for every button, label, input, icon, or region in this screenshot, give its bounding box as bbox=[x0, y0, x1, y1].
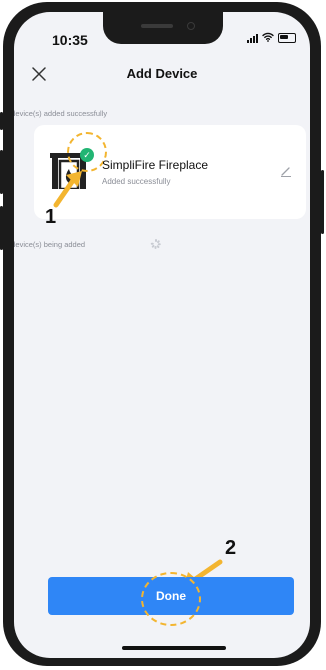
loading-spinner-icon bbox=[150, 239, 161, 249]
signal-icon bbox=[247, 33, 258, 43]
edit-icon[interactable] bbox=[280, 165, 292, 180]
home-indicator[interactable] bbox=[122, 646, 226, 650]
app-screen: 10:35 Add Device 1 device(s) added succe… bbox=[14, 12, 310, 658]
device-status: Added successfully bbox=[102, 177, 171, 186]
header: Add Device bbox=[14, 64, 310, 88]
power-button bbox=[321, 170, 324, 234]
adding-count-label: 0 device(s) being added bbox=[14, 240, 86, 249]
front-camera bbox=[187, 22, 195, 30]
notch bbox=[103, 12, 223, 44]
status-time: 10:35 bbox=[52, 32, 88, 48]
mute-switch bbox=[0, 112, 3, 130]
status-icons bbox=[247, 32, 296, 44]
volume-down-button bbox=[0, 206, 3, 250]
step-number-2: 2 bbox=[225, 537, 237, 559]
device-name: SimpliFire Fireplace bbox=[102, 158, 209, 172]
phone-frame: 10:35 Add Device 1 device(s) added succe… bbox=[3, 2, 321, 666]
page-title: Add Device bbox=[126, 66, 198, 81]
step-number-1: 1 bbox=[45, 206, 57, 228]
speaker bbox=[141, 24, 173, 28]
battery-icon bbox=[278, 33, 296, 43]
added-count-label: 1 device(s) added successfully bbox=[14, 109, 108, 118]
check-icon: ✓ bbox=[80, 148, 94, 162]
arrow-pointer-icon bbox=[52, 169, 86, 214]
wifi-icon bbox=[262, 32, 274, 44]
volume-up-button bbox=[0, 150, 3, 194]
highlight-circle bbox=[141, 572, 201, 626]
